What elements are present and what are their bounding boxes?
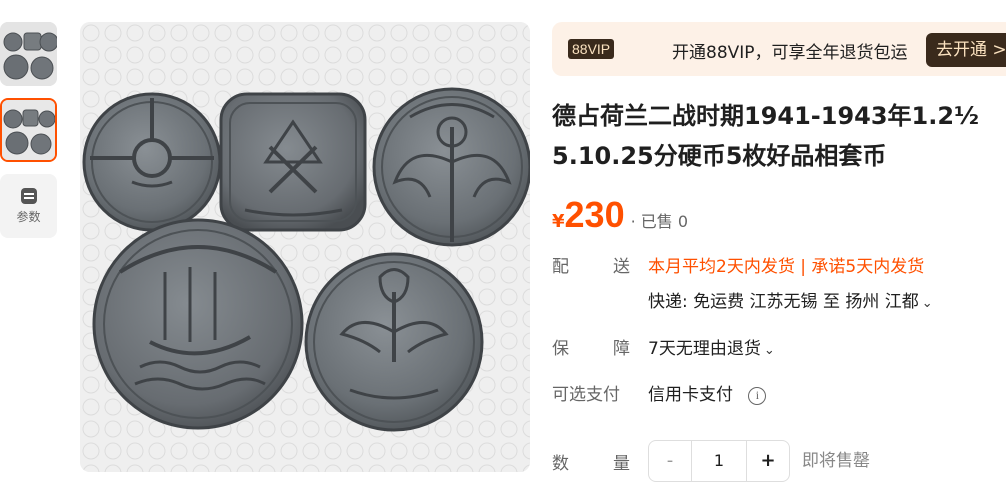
info-icon[interactable]: i bbox=[748, 387, 767, 405]
vip-promo-text: 开通88VIP，可享全年退货包运费 bbox=[672, 43, 907, 63]
thumbnail-2-image bbox=[2, 100, 55, 160]
quantity-input[interactable]: 1 bbox=[691, 441, 747, 481]
guarantee-label: 保 障 bbox=[552, 339, 630, 359]
guarantee-value: 7天无理由退货 bbox=[648, 339, 761, 359]
quantity-plus-button[interactable]: + bbox=[747, 441, 789, 481]
sold-count: · 已售 0 bbox=[630, 212, 689, 231]
thumbnail-1[interactable] bbox=[0, 22, 57, 86]
currency-symbol: ¥ bbox=[552, 211, 565, 232]
shipping-separator: | bbox=[800, 257, 806, 277]
quantity-label: 数 量 bbox=[552, 453, 630, 474]
payment-row: 可选支付 信用卡支付 i bbox=[552, 380, 767, 405]
params-label: 参数 bbox=[16, 209, 41, 224]
thumbnail-list: 参数 bbox=[0, 22, 58, 238]
params-button[interactable]: 参数 bbox=[0, 174, 57, 238]
shipping-row: 配 送 本月平均2天内发货 | 承诺5天内发货 快递: 免运费 江苏无锡 至 扬… bbox=[552, 252, 933, 312]
shipping-promise-2: 承诺5天内发货 bbox=[811, 257, 925, 277]
quantity-minus-button[interactable]: - bbox=[649, 441, 691, 481]
chevron-down-icon: ⌄ bbox=[921, 296, 933, 311]
coin-ten-cent bbox=[372, 87, 530, 247]
coin-two-half-cent bbox=[304, 252, 484, 432]
chevron-down-icon: ⌄ bbox=[763, 343, 775, 358]
guarantee-row: 保 障 7天无理由退货 ⌄ bbox=[552, 334, 775, 359]
shipping-promises: 本月平均2天内发货 | 承诺5天内发货 bbox=[648, 252, 933, 277]
product-info-panel: 88VIP 开通88VIP，可享全年退货包运费 去开通 > 德占荷兰二战时期19… bbox=[552, 22, 1006, 235]
shipping-detail-link[interactable]: 快递: 免运费 江苏无锡 至 扬州 江都 ⌄ bbox=[648, 287, 933, 312]
vip-badge: 88VIP bbox=[568, 39, 615, 59]
quantity-stepper: - 1 + bbox=[648, 440, 790, 482]
price-value: 230 bbox=[564, 194, 625, 235]
coin-one-cent bbox=[82, 92, 222, 232]
coins-photo bbox=[80, 22, 530, 472]
product-title-line-1: 德占荷兰二战时期1941-1943年1.2½ bbox=[552, 102, 979, 130]
params-icon bbox=[20, 187, 37, 204]
payment-value: 信用卡支付 bbox=[648, 385, 733, 405]
thumbnail-1-image bbox=[0, 22, 57, 86]
vip-open-button[interactable]: 去开通 > bbox=[926, 33, 1006, 67]
payment-label: 可选支付 bbox=[552, 385, 620, 405]
quantity-row: 数 量 - 1 + 即将售罄 bbox=[552, 440, 870, 482]
coin-five-cent bbox=[219, 92, 367, 232]
shipping-label: 配 送 bbox=[552, 257, 630, 277]
shipping-detail: 快递: 免运费 江苏无锡 至 扬州 江都 bbox=[648, 292, 919, 312]
coin-twenty-five-cent bbox=[92, 218, 304, 430]
product-title-line-2: 5.10.25分硬币5枚好品相套币 bbox=[552, 142, 887, 170]
guarantee-link[interactable]: 7天无理由退货 ⌄ bbox=[648, 334, 775, 359]
price-row: ¥ 230 · 已售 0 bbox=[552, 194, 1006, 235]
shipping-info: 本月平均2天内发货 | 承诺5天内发货 快递: 免运费 江苏无锡 至 扬州 江都… bbox=[648, 252, 933, 312]
main-product-image[interactable] bbox=[80, 22, 530, 472]
product-title: 德占荷兰二战时期1941-1943年1.2½ 5.10.25分硬币5枚好品相套币 bbox=[552, 96, 1006, 176]
vip-banner[interactable]: 88VIP 开通88VIP，可享全年退货包运费 去开通 > bbox=[552, 22, 1006, 76]
shipping-promise-1: 本月平均2天内发货 bbox=[648, 257, 795, 277]
thumbnail-2[interactable] bbox=[0, 98, 57, 162]
payment-info: 信用卡支付 i bbox=[648, 380, 767, 405]
stock-status: 即将售罄 bbox=[802, 451, 870, 471]
